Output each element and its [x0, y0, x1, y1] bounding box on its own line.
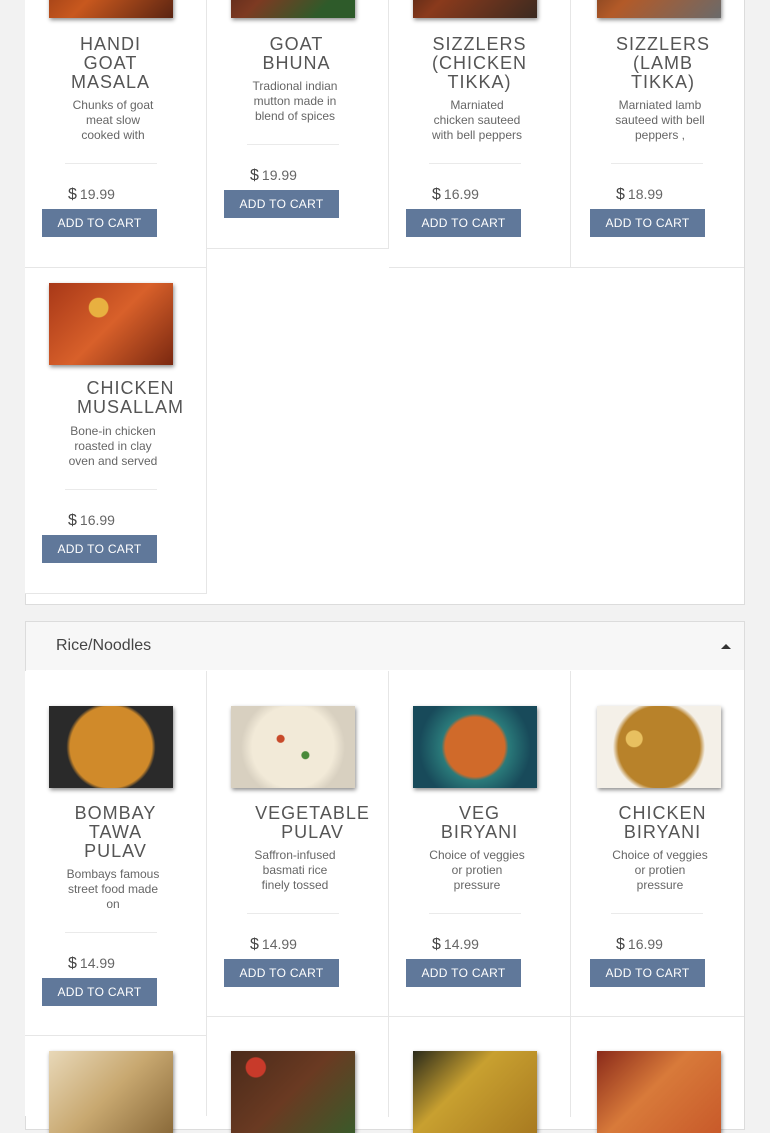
add-to-cart-button[interactable]: ADD TO CART: [406, 209, 521, 237]
item-price: $16.99: [68, 512, 115, 529]
menu-card-bombay-tawa-pulav: BOMBAY TAWA PULAV Bombays famous street …: [25, 671, 207, 1036]
food-image[interactable]: [231, 706, 355, 788]
menu-card-partial: [571, 1017, 744, 1133]
item-price: $19.99: [68, 186, 115, 203]
add-to-cart-button[interactable]: ADD TO CART: [42, 535, 157, 563]
item-name: VEG BIRYANI: [440, 803, 519, 842]
item-description: Bone-in chicken roasted in clay oven and…: [68, 424, 158, 468]
category-header-rice-noodles[interactable]: Rice/Noodles: [25, 621, 745, 671]
item-price: $14.99: [68, 955, 115, 972]
divider: [429, 163, 521, 164]
menu-card-partial: [207, 1017, 389, 1133]
menu-card-veg-biryani: VEG BIRYANI Choice of veggies or protien…: [389, 671, 571, 1017]
food-image[interactable]: [413, 706, 537, 788]
menu-card-sizzlers-lamb-tikka: SIZZLERS (LAMB TIKKA) Marniated lamb sau…: [571, 0, 744, 268]
item-name: HANDI GOAT MASALA: [70, 34, 151, 92]
menu-card-goat-bhuna: GOAT BHUNA Tradional indian mutton made …: [207, 0, 389, 249]
food-image[interactable]: [231, 0, 355, 18]
food-image[interactable]: [231, 1051, 355, 1133]
divider: [65, 163, 157, 164]
item-price: $16.99: [616, 936, 663, 953]
menu-card-chicken-musallam: CHICKEN MUSALLAM Bone-in chicken roasted…: [25, 268, 207, 594]
food-image[interactable]: [49, 1051, 173, 1133]
item-price: $19.99: [250, 167, 297, 184]
food-image[interactable]: [413, 1051, 537, 1133]
food-image[interactable]: [413, 0, 537, 18]
item-description: Bombays famous street food made on: [66, 867, 160, 911]
item-description: Marniated lamb sauteed with bell peppers…: [615, 98, 705, 142]
item-name: VEGETABLE PULAV: [255, 803, 370, 842]
item-price: $16.99: [432, 186, 479, 203]
menu-card-chicken-biryani: CHICKEN BIRYANI Choice of veggies or pro…: [571, 671, 744, 1017]
item-description: Saffron-infused basmati rice finely toss…: [254, 848, 336, 892]
divider: [611, 913, 703, 914]
item-name: GOAT BHUNA: [262, 34, 331, 73]
add-to-cart-button[interactable]: ADD TO CART: [224, 190, 339, 218]
menu-card-partial: [25, 1036, 207, 1133]
divider: [247, 144, 339, 145]
divider: [429, 913, 521, 914]
item-price: $18.99: [616, 186, 663, 203]
add-to-cart-button[interactable]: ADD TO CART: [224, 959, 339, 987]
food-image[interactable]: [597, 706, 721, 788]
divider: [65, 489, 157, 490]
food-image[interactable]: [49, 0, 173, 18]
divider: [247, 913, 339, 914]
item-description: Chunks of goat meat slow cooked with: [72, 98, 154, 142]
food-image[interactable]: [49, 706, 173, 788]
divider: [65, 932, 157, 933]
item-price: $14.99: [432, 936, 479, 953]
menu-card-handi-goat-masala: HANDI GOAT MASALA Chunks of goat meat sl…: [25, 0, 207, 268]
item-description: Choice of veggies or protien pressure: [429, 848, 525, 892]
item-name: CHICKEN MUSALLAM: [76, 378, 185, 417]
divider: [611, 163, 703, 164]
add-to-cart-button[interactable]: ADD TO CART: [42, 978, 157, 1006]
item-description: Tradional indian mutton made in blend of…: [252, 79, 338, 123]
food-image[interactable]: [49, 283, 173, 365]
item-price: $14.99: [250, 936, 297, 953]
add-to-cart-button[interactable]: ADD TO CART: [42, 209, 157, 237]
food-image[interactable]: [597, 0, 721, 18]
menu-card-vegetable-pulav: VEGETABLE PULAV Saffron-infused basmati …: [207, 671, 389, 1017]
item-name: CHICKEN BIRYANI: [618, 803, 707, 842]
category-title: Rice/Noodles: [56, 637, 152, 654]
item-name: SIZZLERS (LAMB TIKKA): [615, 34, 711, 92]
item-name: SIZZLERS (CHICKEN TIKKA): [431, 34, 527, 92]
menu-card-partial: [389, 1017, 571, 1133]
add-to-cart-button[interactable]: ADD TO CART: [590, 209, 705, 237]
add-to-cart-button[interactable]: ADD TO CART: [406, 959, 521, 987]
caret-up-icon[interactable]: [721, 644, 731, 649]
item-description: Marniated chicken sauteed with bell pepp…: [431, 98, 523, 142]
food-image[interactable]: [597, 1051, 721, 1133]
menu-card-sizzlers-chicken-tikka: SIZZLERS (CHICKEN TIKKA) Marniated chick…: [389, 0, 571, 268]
add-to-cart-button[interactable]: ADD TO CART: [590, 959, 705, 987]
item-name: BOMBAY TAWA PULAV: [74, 803, 157, 861]
item-description: Choice of veggies or protien pressure: [612, 848, 708, 892]
